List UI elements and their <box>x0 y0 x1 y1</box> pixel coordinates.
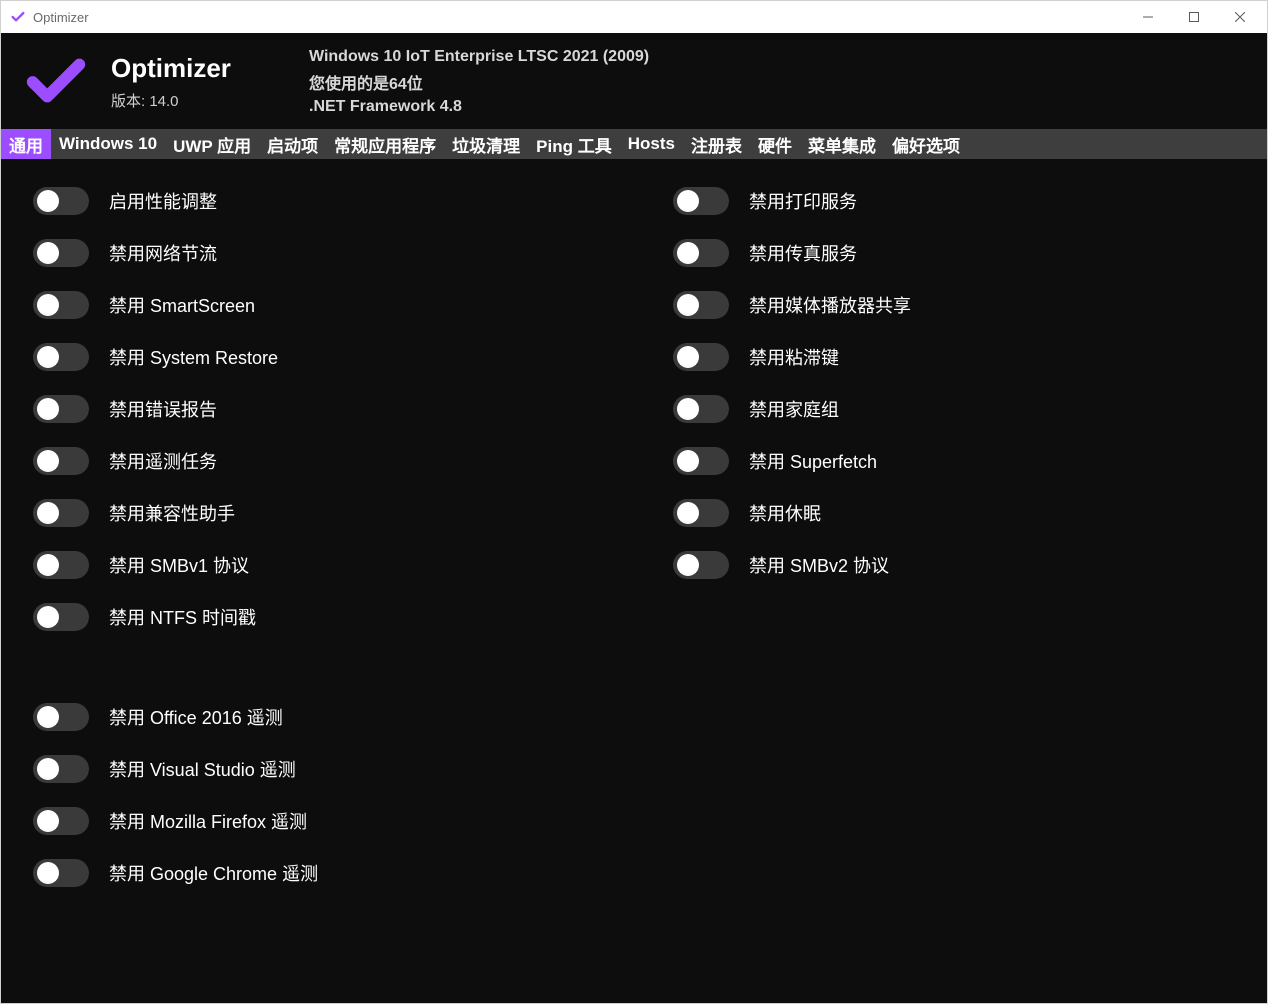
toggle-office-telemetry[interactable] <box>33 703 89 731</box>
toggle-smartscreen[interactable] <box>33 291 89 319</box>
option-label: 禁用 Mozilla Firefox 遥测 <box>109 808 307 834</box>
option-label: 禁用休眠 <box>749 500 821 526</box>
option-sticky-keys: 禁用粘滞键 <box>673 343 1235 371</box>
app-window: Optimizer Optimizer 版本: 14.0 Windows 10 … <box>0 0 1268 1004</box>
tab-startup[interactable]: 启动项 <box>259 129 326 159</box>
option-error-reporting: 禁用错误报告 <box>33 395 583 423</box>
option-firefox-telemetry: 禁用 Mozilla Firefox 遥测 <box>33 807 583 835</box>
window-controls <box>1125 1 1263 33</box>
toggle-sticky-keys[interactable] <box>673 343 729 371</box>
option-label: 禁用遥测任务 <box>109 448 217 474</box>
close-button[interactable] <box>1217 1 1263 33</box>
option-fax-service: 禁用传真服务 <box>673 239 1235 267</box>
toggle-system-restore[interactable] <box>33 343 89 371</box>
minimize-button[interactable] <box>1125 1 1171 33</box>
toggle-performance-tweaks[interactable] <box>33 187 89 215</box>
option-superfetch: 禁用 Superfetch <box>673 447 1235 475</box>
toggle-smbv2[interactable] <box>673 551 729 579</box>
toggle-superfetch[interactable] <box>673 447 729 475</box>
option-label: 禁用 SmartScreen <box>109 292 255 318</box>
toggle-fax-service[interactable] <box>673 239 729 267</box>
option-label: 禁用传真服务 <box>749 240 857 266</box>
option-label: 启用性能调整 <box>109 188 217 214</box>
option-telemetry-tasks: 禁用遥测任务 <box>33 447 583 475</box>
dotnet-info: .NET Framework 4.8 <box>309 98 649 116</box>
toggle-print-service[interactable] <box>673 187 729 215</box>
option-label: 禁用粘滞键 <box>749 344 839 370</box>
option-compat-assistant: 禁用兼容性助手 <box>33 499 583 527</box>
tab-general[interactable]: 通用 <box>1 129 51 159</box>
option-label: 禁用家庭组 <box>749 396 839 422</box>
option-label: 禁用 Superfetch <box>749 448 877 474</box>
option-label: 禁用网络节流 <box>109 240 217 266</box>
tab-ping[interactable]: Ping 工具 <box>528 129 620 159</box>
tabbar: 通用 Windows 10 UWP 应用 启动项 常规应用程序 垃圾清理 Pin… <box>1 129 1267 159</box>
tab-apps[interactable]: 常规应用程序 <box>326 129 444 159</box>
toggle-smbv1[interactable] <box>33 551 89 579</box>
tab-registry[interactable]: 注册表 <box>683 129 750 159</box>
section-spacer <box>33 655 583 679</box>
app-header: Optimizer 版本: 14.0 Windows 10 IoT Enterp… <box>1 33 1267 129</box>
logo-icon <box>19 45 93 119</box>
system-info: Windows 10 IoT Enterprise LTSC 2021 (200… <box>309 48 649 116</box>
toggle-compat-assistant[interactable] <box>33 499 89 527</box>
maximize-button[interactable] <box>1171 1 1217 33</box>
option-chrome-telemetry: 禁用 Google Chrome 遥测 <box>33 859 583 887</box>
titlebar: Optimizer <box>1 1 1267 33</box>
option-homegroup: 禁用家庭组 <box>673 395 1235 423</box>
option-ntfs-timestamp: 禁用 NTFS 时间戳 <box>33 603 583 631</box>
tab-windows10[interactable]: Windows 10 <box>51 129 165 159</box>
tab-uwp[interactable]: UWP 应用 <box>165 129 259 159</box>
option-label: 禁用 Visual Studio 遥测 <box>109 756 296 782</box>
option-performance-tweaks: 启用性能调整 <box>33 187 583 215</box>
option-label: 禁用错误报告 <box>109 396 217 422</box>
client-area: Optimizer 版本: 14.0 Windows 10 IoT Enterp… <box>1 33 1267 1003</box>
option-label: 禁用 Google Chrome 遥测 <box>109 860 318 886</box>
option-label: 禁用兼容性助手 <box>109 500 235 526</box>
toggle-hibernation[interactable] <box>673 499 729 527</box>
toggle-homegroup[interactable] <box>673 395 729 423</box>
general-content: 启用性能调整 禁用网络节流 禁用 SmartScreen 禁用 System R… <box>1 159 1267 1003</box>
option-label: 禁用 Office 2016 遥测 <box>109 704 283 730</box>
toggle-error-reporting[interactable] <box>33 395 89 423</box>
tab-menu-integration[interactable]: 菜单集成 <box>800 129 884 159</box>
option-smbv1: 禁用 SMBv1 协议 <box>33 551 583 579</box>
options-right-column: 禁用打印服务 禁用传真服务 禁用媒体播放器共享 禁用粘滞键 禁用家庭组 <box>623 187 1235 975</box>
toggle-vs-telemetry[interactable] <box>33 755 89 783</box>
option-label: 禁用媒体播放器共享 <box>749 292 911 318</box>
option-hibernation: 禁用休眠 <box>673 499 1235 527</box>
toggle-network-throttling[interactable] <box>33 239 89 267</box>
option-label: 禁用打印服务 <box>749 188 857 214</box>
option-network-throttling: 禁用网络节流 <box>33 239 583 267</box>
option-label: 禁用 System Restore <box>109 344 278 370</box>
option-media-sharing: 禁用媒体播放器共享 <box>673 291 1235 319</box>
options-left-column: 启用性能调整 禁用网络节流 禁用 SmartScreen 禁用 System R… <box>33 187 583 975</box>
toggle-firefox-telemetry[interactable] <box>33 807 89 835</box>
option-system-restore: 禁用 System Restore <box>33 343 583 371</box>
option-vs-telemetry: 禁用 Visual Studio 遥测 <box>33 755 583 783</box>
tab-hosts[interactable]: Hosts <box>620 129 683 159</box>
window-title: Optimizer <box>33 10 1125 25</box>
arch-info: 您使用的是64位 <box>309 70 649 94</box>
toggle-media-sharing[interactable] <box>673 291 729 319</box>
option-label: 禁用 NTFS 时间戳 <box>109 604 256 630</box>
tab-cleanup[interactable]: 垃圾清理 <box>444 129 528 159</box>
option-office-telemetry: 禁用 Office 2016 遥测 <box>33 703 583 731</box>
toggle-telemetry-tasks[interactable] <box>33 447 89 475</box>
os-info: Windows 10 IoT Enterprise LTSC 2021 (200… <box>309 48 649 66</box>
app-title-block: Optimizer 版本: 14.0 <box>111 53 261 111</box>
option-smartscreen: 禁用 SmartScreen <box>33 291 583 319</box>
app-version: 版本: 14.0 <box>111 90 261 111</box>
option-smbv2: 禁用 SMBv2 协议 <box>673 551 1235 579</box>
toggle-chrome-telemetry[interactable] <box>33 859 89 887</box>
tab-hardware[interactable]: 硬件 <box>750 129 800 159</box>
option-label: 禁用 SMBv2 协议 <box>749 552 889 578</box>
option-print-service: 禁用打印服务 <box>673 187 1235 215</box>
tab-preferences[interactable]: 偏好选项 <box>884 129 968 159</box>
app-name: Optimizer <box>111 53 261 84</box>
toggle-ntfs-timestamp[interactable] <box>33 603 89 631</box>
option-label: 禁用 SMBv1 协议 <box>109 552 249 578</box>
app-icon <box>9 8 27 26</box>
